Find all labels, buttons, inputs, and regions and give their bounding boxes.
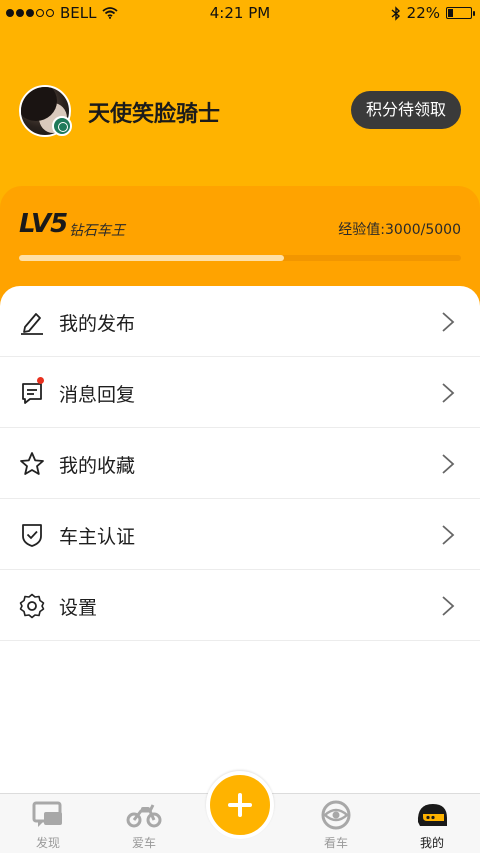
status-right: 22% — [391, 4, 475, 22]
battery-level — [448, 9, 453, 17]
tab-mine[interactable]: 我的 — [384, 794, 480, 853]
unread-dot — [37, 377, 44, 384]
battery-percent: 22% — [406, 4, 440, 22]
eye-icon — [321, 800, 351, 830]
status-bar: BELL 4:21 PM 22% — [0, 0, 480, 26]
gear-icon — [19, 593, 45, 619]
plus-icon — [238, 793, 242, 817]
username: 天使笑脸骑士 — [88, 102, 221, 127]
menu-item-label: 我的发布 — [59, 313, 136, 335]
chevron-right-icon — [442, 454, 455, 474]
shield-check-icon — [22, 524, 42, 547]
bluetooth-icon — [391, 5, 400, 21]
level-name: 钻石车王 — [69, 223, 125, 239]
chevron-right-icon — [442, 383, 455, 403]
chevron-right-icon — [442, 525, 455, 545]
experience-text: 经验值:3000/5000 — [338, 222, 461, 238]
tab-my-car[interactable]: 爱车 — [96, 794, 192, 853]
motorcycle-icon — [126, 804, 162, 828]
add-post-button[interactable] — [206, 771, 274, 839]
tab-label: 发现 — [35, 836, 60, 850]
menu-item-settings[interactable]: 设置 — [0, 570, 480, 641]
helmet-icon — [417, 804, 447, 826]
menu-list: 我的发布 消息回复 我的收藏 车主认证 设置 — [0, 286, 480, 796]
pen-icon — [21, 313, 43, 335]
menu-item-label: 消息回复 — [59, 384, 136, 406]
level-tag: LV5 — [19, 209, 68, 239]
star-icon — [20, 452, 44, 475]
chevron-right-icon — [442, 312, 455, 332]
chevron-right-icon — [442, 596, 455, 616]
menu-item-owner-verification[interactable]: 车主认证 — [0, 499, 480, 570]
menu-item-message-reply[interactable]: 消息回复 — [0, 357, 480, 428]
discover-icon — [32, 801, 62, 827]
verified-badge-icon — [52, 116, 72, 136]
tab-label: 爱车 — [131, 836, 156, 850]
experience-progress-fill — [19, 255, 285, 261]
menu-item-my-posts[interactable]: 我的发布 — [0, 286, 480, 357]
tab-view-cars[interactable]: 看车 — [288, 794, 384, 853]
tab-discover[interactable]: 发现 — [0, 794, 96, 853]
menu-item-label: 设置 — [59, 597, 98, 619]
tab-label: 看车 — [323, 836, 348, 850]
menu-item-favorites[interactable]: 我的收藏 — [0, 428, 480, 499]
battery-icon — [446, 7, 475, 19]
menu-item-label: 车主认证 — [59, 526, 136, 548]
tab-label: 我的 — [419, 836, 444, 850]
experience-progress-bar — [19, 255, 461, 261]
claim-points-button[interactable]: 积分待领取 — [351, 91, 461, 129]
menu-item-label: 我的收藏 — [59, 455, 136, 477]
